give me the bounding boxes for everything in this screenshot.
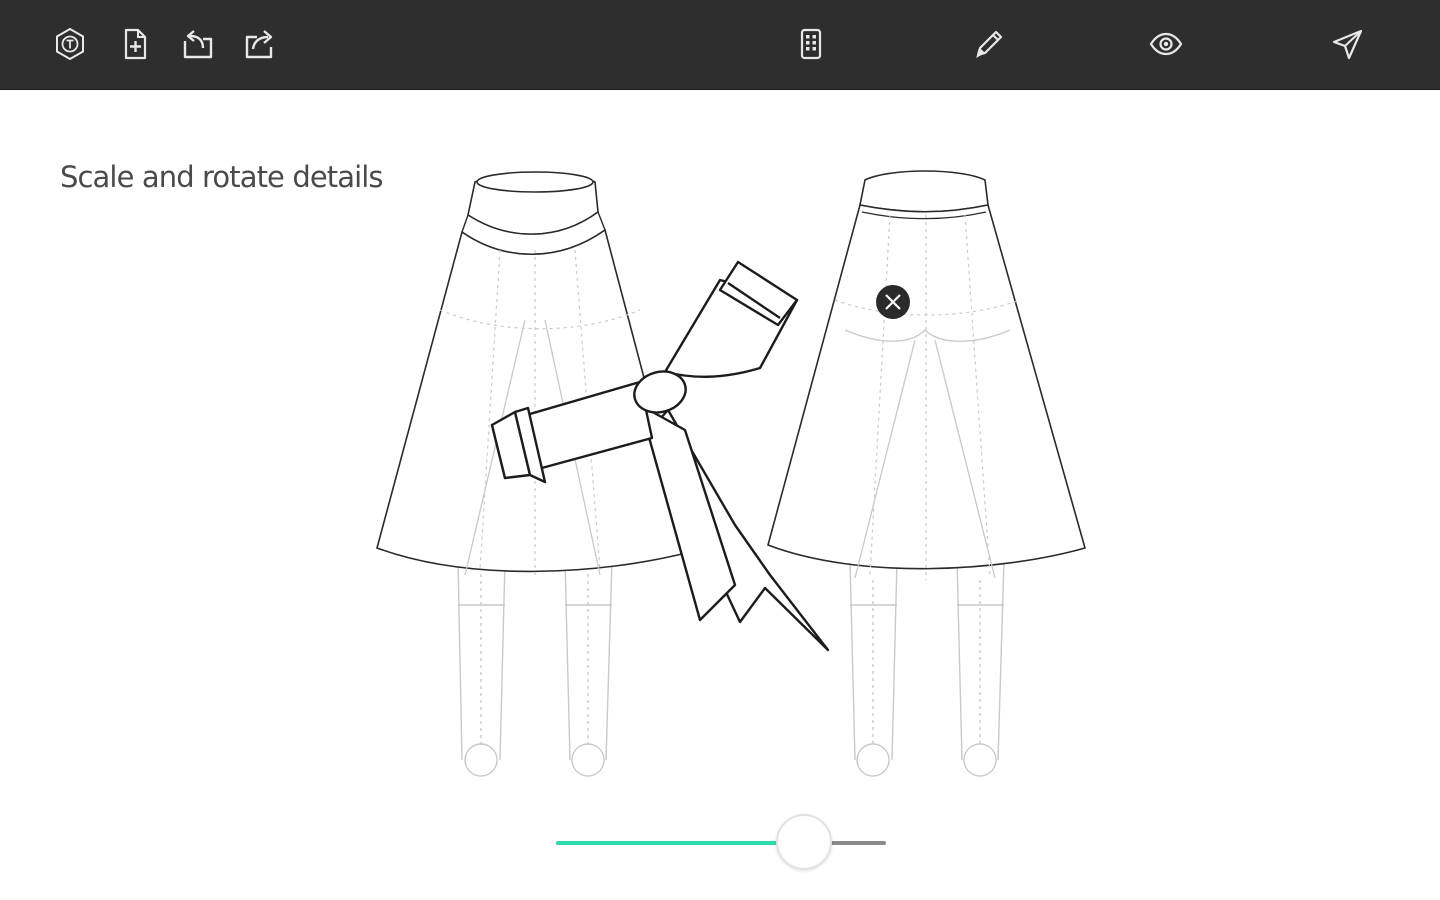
preview-button[interactable]	[1144, 22, 1188, 66]
pencil-icon	[976, 30, 1003, 58]
send-icon	[1332, 29, 1363, 60]
send-button[interactable]	[1326, 22, 1370, 66]
new-file-button[interactable]	[113, 22, 157, 66]
slider-fill	[556, 841, 804, 845]
front-skirt[interactable]	[376, 171, 691, 576]
logo-icon	[56, 27, 84, 61]
share-icon	[245, 30, 273, 59]
templates-button[interactable]	[789, 22, 833, 66]
undo-icon	[183, 30, 213, 59]
logo-button[interactable]	[48, 22, 92, 66]
delete-detail-button[interactable]	[876, 285, 910, 319]
slider-thumb[interactable]	[775, 814, 832, 870]
toolbar	[0, 0, 1440, 90]
back-skirt[interactable]	[767, 170, 1086, 580]
new-file-icon	[124, 28, 147, 60]
undo-button[interactable]	[176, 22, 220, 66]
eye-icon	[1149, 32, 1183, 56]
templates-icon	[800, 28, 822, 60]
share-button[interactable]	[238, 22, 282, 66]
back-croquis	[849, 559, 1005, 777]
edit-button[interactable]	[967, 22, 1011, 66]
scale-slider[interactable]	[556, 812, 886, 874]
design-canvas[interactable]	[0, 90, 1440, 810]
